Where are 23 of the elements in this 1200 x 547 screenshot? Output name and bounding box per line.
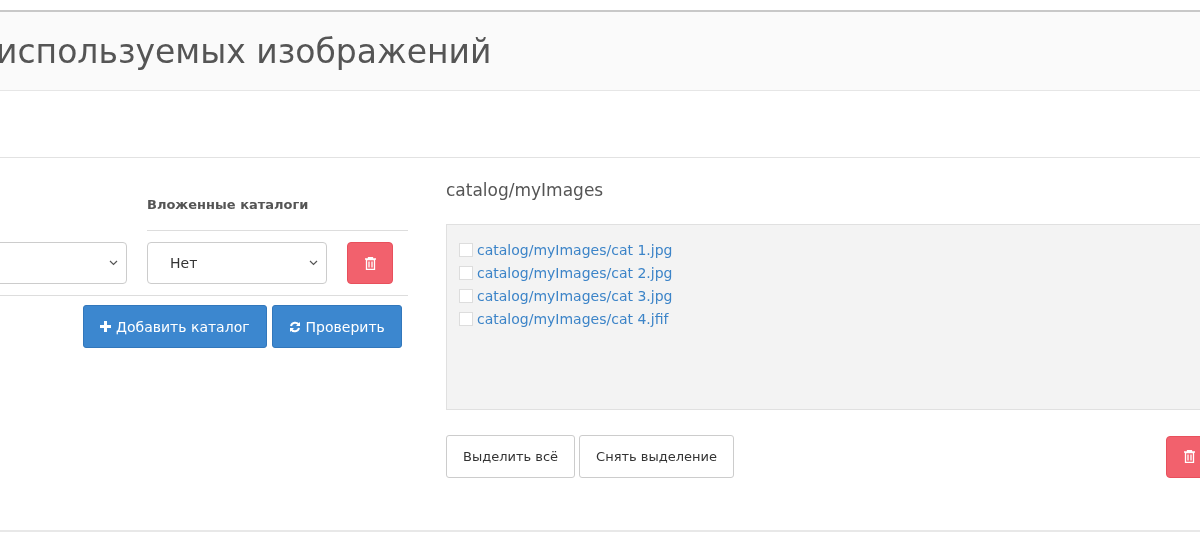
add-catalog-button[interactable]: Добавить каталог <box>83 305 267 348</box>
check-button[interactable]: Проверить <box>271 305 402 348</box>
file-link[interactable]: catalog/myImages/cat 1.jpg <box>477 241 673 258</box>
nested-select[interactable]: Нет <box>147 242 327 284</box>
column-header: Вложенные каталоги <box>147 196 309 212</box>
trash-icon <box>1183 450 1195 463</box>
file-checkbox[interactable] <box>459 265 473 280</box>
chevron-down-icon <box>309 260 318 266</box>
file-checkbox[interactable] <box>459 311 473 326</box>
file-checkbox[interactable] <box>459 242 473 257</box>
deselect-button[interactable]: Снять выделение <box>579 435 735 478</box>
trash-icon <box>364 256 376 270</box>
file-link[interactable]: catalog/myImages/cat 2.jpg <box>477 264 673 281</box>
folder-title: catalog/myImages <box>446 180 604 200</box>
file-link[interactable]: catalog/myImages/cat 3.jpg <box>477 287 673 304</box>
file-link[interactable]: catalog/myImages/cat 4.jfif <box>477 310 669 327</box>
delete-button[interactable] <box>347 242 393 284</box>
delete-files-button[interactable] <box>1166 435 1200 478</box>
plus-icon <box>100 321 111 332</box>
refresh-icon <box>288 320 301 333</box>
select-all-button[interactable]: Выделить всё <box>446 435 576 478</box>
file-checkbox[interactable] <box>459 288 473 303</box>
chevron-down-icon <box>109 260 118 266</box>
